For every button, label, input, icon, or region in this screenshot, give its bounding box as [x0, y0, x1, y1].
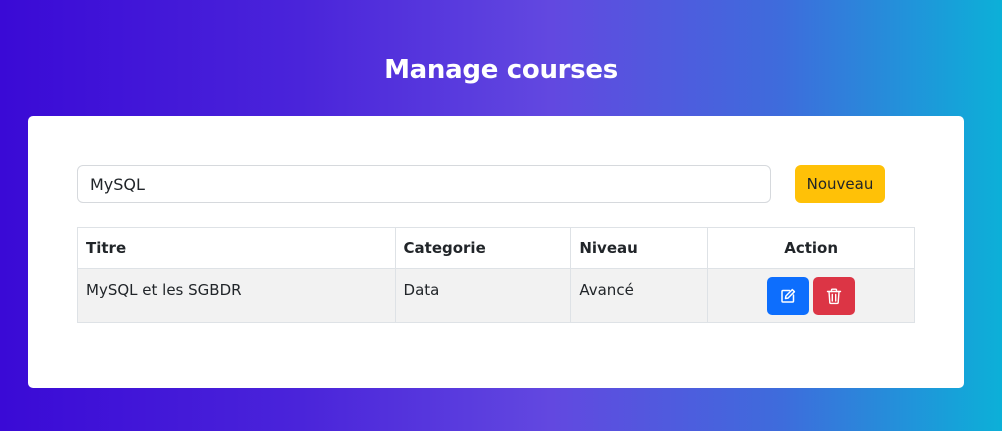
delete-button[interactable] [813, 277, 856, 315]
column-header-action: Action [707, 227, 915, 269]
edit-button[interactable] [767, 277, 810, 315]
new-course-button[interactable]: Nouveau [795, 165, 885, 203]
courses-table: Titre Categorie Niveau Action MySQL et l… [77, 227, 915, 323]
cell-categorie: Data [394, 268, 572, 323]
cell-action [707, 268, 915, 323]
table-row: MySQL et les SGBDR Data Avancé [77, 268, 915, 323]
cell-niveau: Avancé [570, 268, 709, 323]
edit-icon [780, 288, 796, 304]
table-header-row: Titre Categorie Niveau Action [77, 227, 915, 269]
cell-titre: MySQL et les SGBDR [77, 268, 396, 323]
trash-icon [826, 288, 842, 305]
courses-card: Nouveau Titre Categorie Niveau Action My… [28, 116, 964, 388]
search-input[interactable] [77, 165, 771, 203]
column-header-niveau: Niveau [570, 227, 709, 269]
column-header-titre: Titre [77, 227, 396, 269]
page-title: Manage courses [384, 55, 618, 86]
column-header-categorie: Categorie [394, 227, 572, 269]
